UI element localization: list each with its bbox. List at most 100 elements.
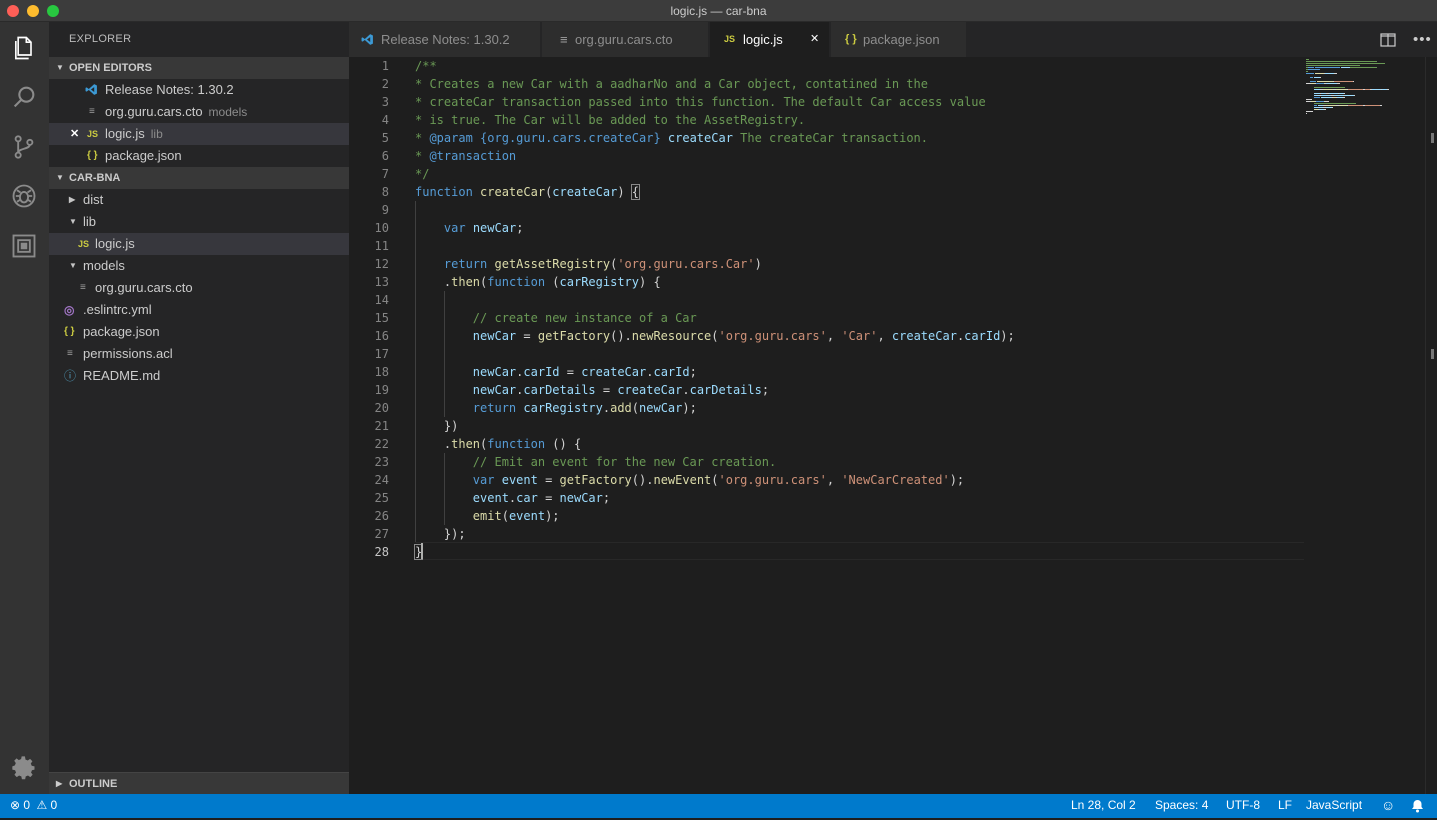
source-control-icon[interactable] [8, 131, 40, 163]
open-editors-section[interactable]: ▼ OPEN EDITORS [49, 57, 349, 79]
code-token: newCar [559, 491, 603, 505]
open-editor-label: package.json [105, 148, 182, 163]
minimap[interactable] [1304, 57, 1425, 117]
activity-bar [0, 22, 49, 794]
project-title: CAR-BNA [69, 172, 121, 184]
tab-release-notes[interactable]: Release Notes: 1.30.2 [349, 22, 541, 57]
code-line: */ [415, 165, 429, 183]
code-token: createCar [617, 383, 683, 397]
tree-item-org-guru-cars-cto[interactable]: ≡ org.guru.cars.cto [49, 277, 349, 299]
gear-icon[interactable] [8, 752, 40, 784]
cursor-position[interactable]: Ln 28, Col 2 [1071, 794, 1136, 816]
file-lines-icon: ≡ [89, 106, 95, 117]
code-token: 'org.guru.cars.Car' [617, 257, 755, 271]
code-token: ; [602, 491, 611, 505]
code-line: * @param {org.guru.cars.createCar} creat… [415, 129, 928, 147]
language-mode[interactable]: JavaScript [1306, 794, 1362, 816]
chevron-down-icon: ▼ [69, 261, 77, 270]
code-token: ) [754, 257, 762, 271]
json-icon: { } [87, 150, 98, 161]
close-icon[interactable]: ✕ [70, 123, 79, 145]
problems-indicator[interactable]: ⊗ 0 ⚠ 0 [10, 794, 57, 816]
files-icon[interactable] [8, 32, 40, 64]
code-token: , [826, 473, 842, 487]
tree-item-dist[interactable]: ▶ dist [49, 189, 349, 211]
line-number: 21 [374, 419, 389, 433]
debug-icon[interactable] [8, 180, 40, 212]
code-line: function createCar(createCar) { [415, 183, 641, 201]
tree-item-logic-js[interactable]: JS logic.js [49, 233, 349, 255]
tree-item-label: models [83, 258, 125, 273]
tree-item-package-json[interactable]: { } package.json [49, 321, 349, 343]
code-token: then [451, 437, 481, 451]
minimap-stroke [1315, 73, 1324, 74]
code-token: car [516, 491, 538, 505]
code-token: newCar [472, 221, 517, 235]
project-section[interactable]: ▼ CAR-BNA [49, 167, 349, 189]
tab-logic-js[interactable]: JS logic.js ✕ [710, 22, 830, 57]
code-token: getFactory [559, 473, 632, 487]
feedback-smiley-icon[interactable]: ☺ [1381, 794, 1395, 816]
code-token: /** [415, 59, 437, 73]
code-token: * Creates a new Car with a aadharNo and … [415, 77, 928, 91]
line-number: 9 [381, 203, 389, 217]
outline-section[interactable]: ▶ OUTLINE [49, 772, 349, 794]
minimap-stroke [1317, 81, 1333, 82]
encoding[interactable]: UTF-8 [1226, 794, 1260, 816]
indentation[interactable]: Spaces: 4 [1155, 794, 1208, 816]
code-editor[interactable]: 1 2 3 4 5 6 7 8 9 10 11 12 13 14 15 16 17 18 19 20 21 22 23 24 2… [349, 57, 1425, 794]
open-editor-org-guru-cars-cto[interactable]: ≡ org.guru.cars.cto models [49, 101, 349, 123]
code-line: * is true. The Car will be added to the … [415, 111, 805, 129]
code-token: return [443, 257, 488, 271]
line-number: 3 [381, 95, 389, 109]
split-editor-icon[interactable] [1380, 22, 1396, 57]
bell-icon[interactable] [1411, 794, 1424, 820]
code-line: // Emit an event for the new Car creatio… [415, 453, 776, 471]
line-number: 19 [374, 383, 389, 397]
js-icon: JS [87, 129, 99, 139]
minimap-stroke [1387, 89, 1389, 90]
code-token: @param [429, 131, 473, 145]
line-number: 13 [374, 275, 389, 289]
code-line: // create new instance of a Car [415, 309, 697, 327]
minimap-stroke [1324, 109, 1326, 110]
minimap-stroke [1306, 65, 1360, 66]
open-editor-desc: models [208, 105, 248, 119]
code-token: , [826, 329, 842, 343]
editor-scrollbar[interactable] [1425, 57, 1437, 794]
js-icon: JS [78, 239, 90, 249]
tree-item-label: .eslintrc.yml [83, 302, 152, 317]
code-token: getFactory [537, 329, 611, 343]
minimap-stroke [1344, 93, 1345, 94]
code-token: */ [415, 167, 430, 181]
file-lines-icon: ≡ [560, 32, 568, 47]
tree-item-permissions-acl[interactable]: ≡ permissions.acl [49, 343, 349, 365]
tree-item-lib[interactable]: ▼ lib [49, 211, 349, 233]
tab-org-guru-cars-cto[interactable]: ≡ org.guru.cars.cto [542, 22, 709, 57]
extensions-icon[interactable] [8, 230, 40, 262]
close-icon[interactable]: ✕ [810, 22, 819, 57]
open-editor-release-notes[interactable]: Release Notes: 1.30.2 [49, 79, 349, 101]
more-actions-icon[interactable]: ••• [1413, 22, 1432, 57]
line-number: 24 [374, 473, 389, 487]
minimap-stroke [1306, 61, 1377, 62]
search-icon[interactable] [8, 81, 40, 113]
tree-item-models[interactable]: ▼ models [49, 255, 349, 277]
tree-item-eslintrc[interactable]: ◎ .eslintrc.yml [49, 299, 349, 321]
code-token: ( [501, 509, 509, 523]
code-token: , [877, 329, 892, 343]
open-editor-package-json[interactable]: { } package.json [49, 145, 349, 167]
tab-package-json[interactable]: { } package.json [831, 22, 967, 57]
tree-item-readme[interactable]: ⓘ README.md [49, 365, 349, 387]
title-bar: logic.js — car-bna [0, 0, 1437, 22]
open-editor-logic-js[interactable]: ✕ JS logic.js lib [49, 123, 349, 145]
code-line: newCar.carDetails = createCar.carDetails… [415, 381, 769, 399]
end-of-line[interactable]: LF [1278, 794, 1292, 816]
info-icon: ⓘ [64, 369, 77, 383]
code-line: * createCar transaction passed into this… [415, 93, 986, 111]
